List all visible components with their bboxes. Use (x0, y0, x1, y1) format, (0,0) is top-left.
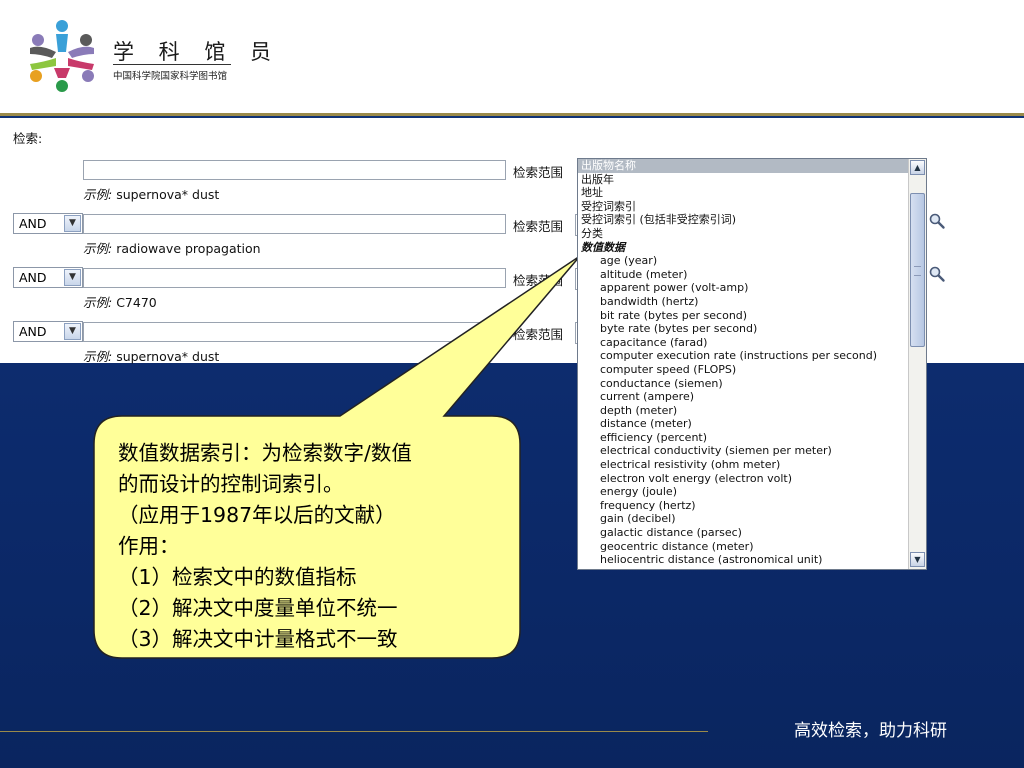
dropdown-option[interactable]: bandwidth (hertz) (578, 295, 908, 309)
dropdown-option[interactable]: galactic distance (parsec) (578, 526, 908, 540)
grip-icon (914, 266, 921, 276)
boolean-operator-select-3[interactable]: AND ▼ (13, 267, 83, 288)
callout-line: 数值数据索引：为检索数字/数值 (118, 441, 412, 465)
chevron-down-icon[interactable]: ▼ (64, 323, 81, 340)
example-prefix: 示例: (83, 241, 113, 256)
dropdown-option[interactable]: current (ampere) (578, 390, 908, 404)
dropdown-option[interactable]: depth (meter) (578, 404, 908, 418)
list-scrollbar[interactable]: ▲ ▼ (908, 159, 926, 569)
search-range-label-2: 检索范围 (513, 219, 564, 234)
dropdown-option[interactable]: 受控词索引 (578, 200, 908, 214)
operator-value: AND (19, 324, 47, 339)
search-term-input-4[interactable] (83, 322, 506, 342)
example-prefix: 示例: (83, 349, 113, 364)
dropdown-option[interactable]: efficiency (percent) (578, 431, 908, 445)
callout-text: 数值数据索引：为检索数字/数值 的而设计的控制词索引。 （应用于1987年以后的文献… (118, 438, 498, 655)
dropdown-option[interactable]: electrical conductivity (siemen per mete… (578, 444, 908, 458)
example-text-4: 示例: supernova* dust (83, 346, 219, 365)
callout-line: （3）解决文中计量格式不一致 (118, 627, 398, 651)
example-value: radiowave propagation (112, 241, 261, 256)
brand-title: 学 科 馆 员 (113, 40, 281, 64)
search-term-input-2[interactable] (83, 214, 506, 234)
scrollbar-thumb[interactable] (910, 193, 925, 347)
example-prefix: 示例: (83, 295, 113, 310)
search-icon[interactable] (928, 265, 946, 283)
scroll-down-icon[interactable]: ▼ (910, 552, 925, 567)
example-text-3: 示例: C7470 (83, 292, 157, 311)
dropdown-option[interactable]: apparent power (volt-amp) (578, 281, 908, 295)
dropdown-option[interactable]: age (year) (578, 254, 908, 268)
dropdown-option[interactable]: energy (joule) (578, 485, 908, 499)
dropdown-option[interactable]: 数值数据 (578, 241, 908, 255)
example-text-2: 示例: radiowave propagation (83, 238, 261, 257)
dropdown-option[interactable]: gain (decibel) (578, 512, 908, 526)
example-prefix: 示例: (83, 187, 113, 202)
callout-line: （1）检索文中的数值指标 (118, 565, 357, 589)
example-value: supernova* dust (112, 187, 220, 202)
example-text-1: 示例: supernova* dust (83, 184, 219, 203)
search-range-dropdown-list[interactable]: 出版物名称 出版年 地址 受控词索引 受控词索引 (包括非受控索引词) 分类 数值数据 age… (577, 158, 927, 570)
chevron-down-icon[interactable]: ▼ (64, 215, 81, 232)
dropdown-option[interactable]: 受控词索引 (包括非受控索引词) (578, 213, 908, 227)
dropdown-option[interactable]: bit rate (bytes per second) (578, 309, 908, 323)
search-range-label-1: 检索范围 (513, 165, 564, 180)
search-icon[interactable] (928, 212, 946, 230)
dropdown-option[interactable]: 地址 (578, 186, 908, 200)
people-logo-icon (30, 20, 94, 92)
footer-divider (0, 731, 708, 732)
scroll-up-icon[interactable]: ▲ (910, 160, 925, 175)
dropdown-option[interactable]: altitude (meter) (578, 268, 908, 282)
dropdown-option[interactable]: electron volt energy (electron volt) (578, 472, 908, 486)
operator-value: AND (19, 270, 47, 285)
callout-line: 作用： (118, 534, 180, 558)
operator-value: AND (19, 216, 47, 231)
footer-slogan: 高效检索，助力科研 (794, 721, 947, 741)
dropdown-option[interactable]: conductance (siemen) (578, 377, 908, 391)
dropdown-option[interactable]: computer execution rate (instructions pe… (578, 349, 908, 363)
dropdown-option[interactable]: distance (meter) (578, 417, 908, 431)
dropdown-option[interactable]: computer speed (FLOPS) (578, 363, 908, 377)
callout-line: （应用于1987年以后的文献） (118, 503, 396, 527)
dropdown-options: 出版物名称 出版年 地址 受控词索引 受控词索引 (包括非受控索引词) 分类 数值数据 age… (578, 159, 908, 567)
dropdown-option[interactable]: 出版物名称 (578, 159, 908, 173)
dropdown-option[interactable]: heliocentric distance (astronomical unit… (578, 553, 908, 567)
callout-line: （2）解决文中度量单位不统一 (118, 596, 398, 620)
search-range-label-3: 检索范围 (513, 273, 564, 288)
chevron-down-icon[interactable]: ▼ (64, 269, 81, 286)
header-banner: 学 科 馆 员 中国科学院国家科学图书馆 (0, 0, 1024, 116)
search-term-input-3[interactable] (83, 268, 506, 288)
example-value: supernova* dust (112, 349, 220, 364)
dropdown-option[interactable]: electrical resistivity (ohm meter) (578, 458, 908, 472)
dropdown-option[interactable]: frequency (hertz) (578, 499, 908, 513)
dropdown-option[interactable]: 分类 (578, 227, 908, 241)
example-value: C7470 (112, 295, 157, 310)
brand-divider (113, 64, 231, 65)
dropdown-option[interactable]: byte rate (bytes per second) (578, 322, 908, 336)
boolean-operator-select-2[interactable]: AND ▼ (13, 213, 83, 234)
search-range-label-4: 检索范围 (513, 327, 564, 342)
search-term-input-1[interactable] (83, 160, 506, 180)
callout-line: 的而设计的控制词索引。 (118, 472, 344, 496)
boolean-operator-select-4[interactable]: AND ▼ (13, 321, 83, 342)
dropdown-option[interactable]: 出版年 (578, 173, 908, 187)
dropdown-option[interactable]: geocentric distance (meter) (578, 540, 908, 554)
dropdown-option[interactable]: capacitance (farad) (578, 336, 908, 350)
search-label: 检索: (13, 131, 43, 146)
brand-subtitle: 中国科学院国家科学图书馆 (113, 71, 228, 82)
